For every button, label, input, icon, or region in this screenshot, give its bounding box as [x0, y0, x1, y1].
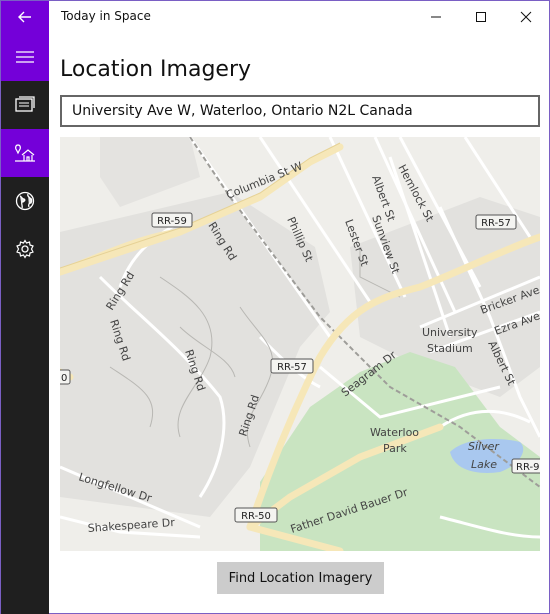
- nav-item-globe[interactable]: [1, 177, 49, 225]
- place-park-2: Park: [383, 442, 407, 455]
- place-stadium-1: University: [422, 326, 478, 339]
- nav-item-gallery[interactable]: [1, 81, 49, 129]
- shield-rr57-mid: RR-57: [270, 358, 314, 374]
- minimize-button[interactable]: [413, 1, 459, 33]
- svg-text:RR-57: RR-57: [481, 218, 511, 229]
- shield-rr59: RR-59: [151, 212, 193, 228]
- shield-rr57-top: RR-57: [475, 214, 517, 230]
- location-map[interactable]: RR-59 RR-57 RR-57 RR-50 RR-9 0 Columbia …: [60, 137, 540, 551]
- svg-text:RR-50: RR-50: [241, 511, 271, 522]
- hamburger-menu-icon: [16, 51, 34, 63]
- nav-item-settings[interactable]: [1, 225, 49, 273]
- place-stadium-2: Stadium: [427, 342, 473, 355]
- close-button[interactable]: [503, 1, 549, 33]
- svg-text:0: 0: [61, 373, 67, 384]
- shield-rr50: RR-50: [234, 507, 278, 523]
- place-park-1: Waterloo: [370, 426, 419, 439]
- maximize-icon: [476, 12, 486, 22]
- place-lake-2: Lake: [471, 458, 497, 471]
- close-icon: [520, 11, 532, 23]
- svg-text:RR-59: RR-59: [157, 216, 187, 227]
- back-arrow-icon: [18, 11, 31, 23]
- back-button[interactable]: [1, 1, 49, 33]
- page-title: Location Imagery: [60, 57, 252, 82]
- hamburger-menu-button[interactable]: [1, 33, 49, 81]
- gallery-icon: [15, 96, 35, 112]
- maximize-button[interactable]: [458, 1, 504, 33]
- map-canvas: RR-59 RR-57 RR-57 RR-50 RR-9 0 Columbia …: [60, 137, 540, 551]
- shield-rr9-partial: RR-9: [511, 458, 540, 474]
- place-lake-1: Silver: [468, 440, 500, 453]
- shield-left-partial: 0: [60, 369, 71, 385]
- nav-sidebar: [1, 33, 49, 614]
- globe-icon: [15, 191, 35, 211]
- svg-text:RR-57: RR-57: [277, 362, 307, 373]
- app-title: Today in Space: [61, 9, 151, 23]
- minimize-icon: [431, 16, 441, 18]
- title-bar: Today in Space: [1, 1, 549, 33]
- address-input[interactable]: [60, 95, 540, 127]
- gear-icon: [16, 239, 34, 259]
- find-location-imagery-button[interactable]: Find Location Imagery: [217, 562, 384, 594]
- nav-item-home-location[interactable]: [1, 129, 49, 177]
- home-location-icon: [15, 144, 35, 162]
- app-window: Today in Space Location Imagery Universi…: [0, 0, 550, 614]
- svg-text:RR-9: RR-9: [516, 462, 539, 473]
